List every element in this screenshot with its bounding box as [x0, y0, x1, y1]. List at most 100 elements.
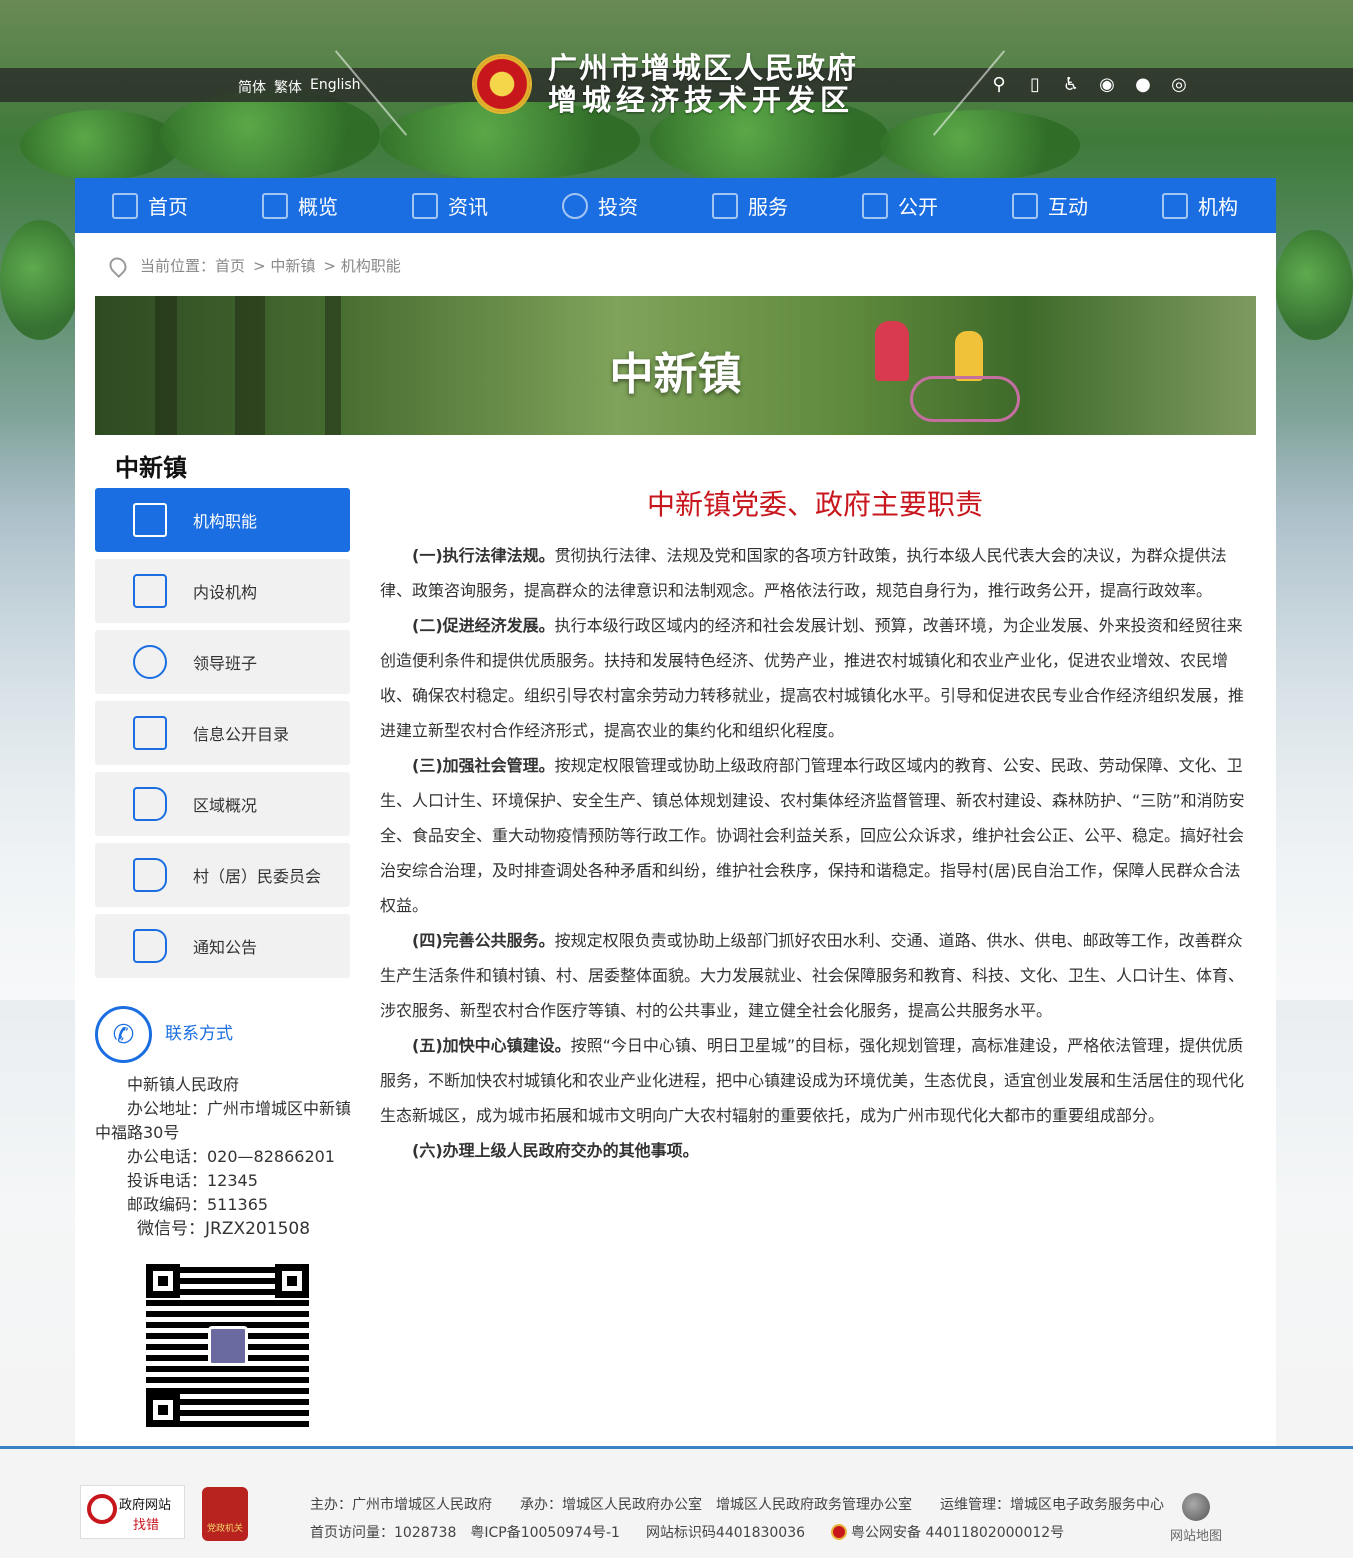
speaker-icon [133, 787, 167, 821]
sidebar-item-notices[interactable]: 通知公告 [95, 914, 350, 978]
main-nav: 首页 概览 资讯 投资 服务 公开 互动 机构 [75, 178, 1276, 233]
lang-traditional[interactable]: 繁体 [274, 77, 302, 97]
contact-block: ✆ 联系方式 中新镇人民政府 办公地址：广州市增城区中新镇中福路30号 办公电话… [95, 1006, 355, 1241]
footer-siteid: 网站标识码4401830036 [645, 1525, 806, 1541]
sidebar-item-label: 信息公开目录 [193, 725, 290, 744]
contact-phone: 办公电话：020—82866201 [127, 1147, 335, 1166]
rss-icon[interactable]: ◎ [1168, 72, 1190, 96]
footer-police-record[interactable]: 粤公网安备 44011802000012号 [831, 1519, 1090, 1547]
sidebar-item-label: 内设机构 [193, 583, 258, 602]
sidebar-item-functions[interactable]: 机构职能 [95, 488, 350, 552]
news-icon [412, 192, 438, 219]
article-paragraph: (四)完善公共服务。按规定权限负责或协助上级部门抓好农田水利、交通、道路、供水、… [380, 923, 1250, 1028]
gov-site-error-report-badge[interactable]: 政府网站 找错 [80, 1485, 185, 1539]
nav-item-service[interactable]: 服务 [675, 178, 825, 233]
footer-ops: 运维管理：增城区电子政务服务中心 [940, 1497, 1164, 1513]
sidebar-menu: 机构职能 内设机构 领导班子 信息公开目录 区域概况 村（居）民委员会 通知公告 [95, 488, 350, 985]
party-gov-badge[interactable]: 党政机关 [202, 1487, 248, 1541]
briefcase-icon [712, 192, 738, 219]
nav-item-home[interactable]: 首页 [75, 178, 225, 233]
national-emblem-logo[interactable] [474, 56, 530, 112]
sidebar-item-committees[interactable]: 村（居）民委员会 [95, 843, 350, 907]
wechat-icon[interactable]: ● [1132, 72, 1154, 96]
location-pin-icon [105, 253, 131, 278]
magnifier-icon [87, 1494, 117, 1524]
breadcrumb-town[interactable]: > 中新镇 [253, 255, 315, 276]
article-paragraph: (六)办理上级人民政府交办的其他事项。 [380, 1133, 1250, 1168]
nav-label: 服务 [748, 195, 788, 219]
article-title: 中新镇党委、政府主要职责 [646, 488, 983, 521]
sidebar-item-disclosure[interactable]: 信息公开目录 [95, 701, 350, 765]
search-icon[interactable]: ⚲ [988, 72, 1010, 96]
footer: 政府网站 找错 党政机关 主办：广州市增城区人民政府 承办：增城区人民政府办公室… [0, 1446, 1353, 1558]
contact-org: 中新镇人民政府 [127, 1075, 240, 1094]
breadcrumb-current[interactable]: > 机构职能 [323, 255, 400, 276]
lang-english[interactable]: English [310, 77, 361, 97]
breadcrumb-home[interactable]: 首页 [215, 255, 245, 276]
lang-simplified[interactable]: 简体 [238, 77, 266, 97]
list-icon [262, 192, 288, 219]
banner-title: 中新镇 [609, 349, 742, 400]
sidebar-item-departments[interactable]: 内设机构 [95, 559, 350, 623]
chat-icon [1012, 192, 1038, 219]
globe-icon [1182, 1493, 1210, 1521]
footer-icp[interactable]: 粤ICP备10050974号-1 [470, 1519, 620, 1547]
nav-label: 机构 [1198, 195, 1238, 219]
speaker-icon [133, 858, 167, 892]
main-panel: 当前位置： 首页 > 中新镇 > 机构职能 中新镇 中新镇 机构职能 内设机构 … [75, 233, 1276, 1446]
nav-item-interact[interactable]: 互动 [975, 178, 1125, 233]
sitemap-label: 网站地图 [1170, 1529, 1223, 1544]
breadcrumb-prefix: 当前位置： [140, 257, 216, 275]
nav-item-org[interactable]: 机构 [1125, 178, 1275, 233]
org-icon [1162, 192, 1188, 219]
breadcrumb: 当前位置： 首页 > 中新镇 > 机构职能 [105, 253, 401, 278]
paragraph-heading: (五)加快中心镇建设。 [412, 1036, 571, 1055]
sidebar-item-label: 通知公告 [193, 938, 258, 957]
paragraph-heading: (四)完善公共服务。 [412, 931, 555, 950]
site-title-line2: 增城经济技术开发区 [548, 83, 855, 117]
monitor-icon [862, 192, 888, 219]
nav-label: 首页 [148, 195, 188, 219]
article-paragraph: (一)执行法律法规。贯彻执行法律、法规及党和国家的各项方针政策，执行本级人民代表… [380, 538, 1250, 608]
footer-sponsor: 主办：广州市增城区人民政府 [310, 1497, 492, 1513]
sidebar-item-label: 领导班子 [193, 654, 258, 673]
footer-visits: 首页访问量：1028738 [310, 1525, 457, 1541]
accessibility-icon[interactable]: ♿ [1060, 72, 1082, 96]
sitemap-link[interactable]: 网站地图 [1170, 1493, 1222, 1544]
nav-label: 互动 [1048, 195, 1088, 219]
sidebar-item-label: 村（居）民委员会 [193, 867, 322, 886]
badge-line2: 找错 [133, 1518, 160, 1533]
nav-item-overview[interactable]: 概览 [225, 178, 375, 233]
qr-logo [208, 1326, 248, 1366]
contact-address: 办公地址：广州市增城区中新镇中福路30号 [95, 1099, 352, 1142]
book-icon [133, 503, 167, 537]
article-paragraph: (二)促进经济发展。执行本级行政区域内的经济和社会发展计划、预算，改善环境，为企… [380, 608, 1250, 748]
article-paragraph: (三)加强社会管理。按规定权限管理或协助上级政府部门管理本行政区域内的教育、公安… [380, 748, 1250, 923]
nav-item-news[interactable]: 资讯 [375, 178, 525, 233]
site-title[interactable]: 广州市增城区人民政府 增城经济技术开发区 [548, 52, 858, 116]
nav-item-invest[interactable]: 投资 [525, 178, 675, 233]
article-paragraph: (五)加快中心镇建设。按照“今日中心镇、明日卫星城”的目标，强化规划管理，高标准… [380, 1028, 1250, 1133]
header-tools: ⚲ ▯ ♿ ◉ ● ◎ [988, 72, 1190, 96]
paragraph-heading: (一)执行法律法规。 [412, 546, 555, 565]
site-title-line1: 广州市增城区人民政府 [548, 51, 859, 85]
contact-wechat: 微信号：JRZX201508 [137, 1219, 311, 1239]
wechat-qr-code [140, 1258, 315, 1433]
police-badge-icon [831, 1524, 848, 1540]
sidebar-item-area[interactable]: 区域概况 [95, 772, 350, 836]
contact-complaint: 投诉电话：12345 [127, 1171, 258, 1190]
page-banner: 中新镇 [95, 296, 1256, 435]
sidebar-title: 中新镇 [115, 454, 187, 482]
sidebar-item-leaders[interactable]: 领导班子 [95, 630, 350, 694]
badge-line1: 政府网站 [119, 1498, 172, 1513]
list-icon [133, 716, 167, 750]
weibo-icon[interactable]: ◉ [1096, 72, 1118, 96]
nav-item-public[interactable]: 公开 [825, 178, 975, 233]
paragraph-heading: (三)加强社会管理。 [412, 756, 555, 775]
tray-icon [133, 574, 167, 608]
paragraph-text: 按规定权限管理或协助上级政府部门管理本行政区域内的教育、公安、民政、劳动保障、文… [380, 756, 1245, 915]
user-icon [133, 645, 167, 679]
globe-icon [562, 192, 588, 219]
footer-undertaker2: 增城区人民政府政务管理办公室 [716, 1497, 912, 1513]
mobile-icon[interactable]: ▯ [1024, 72, 1046, 96]
